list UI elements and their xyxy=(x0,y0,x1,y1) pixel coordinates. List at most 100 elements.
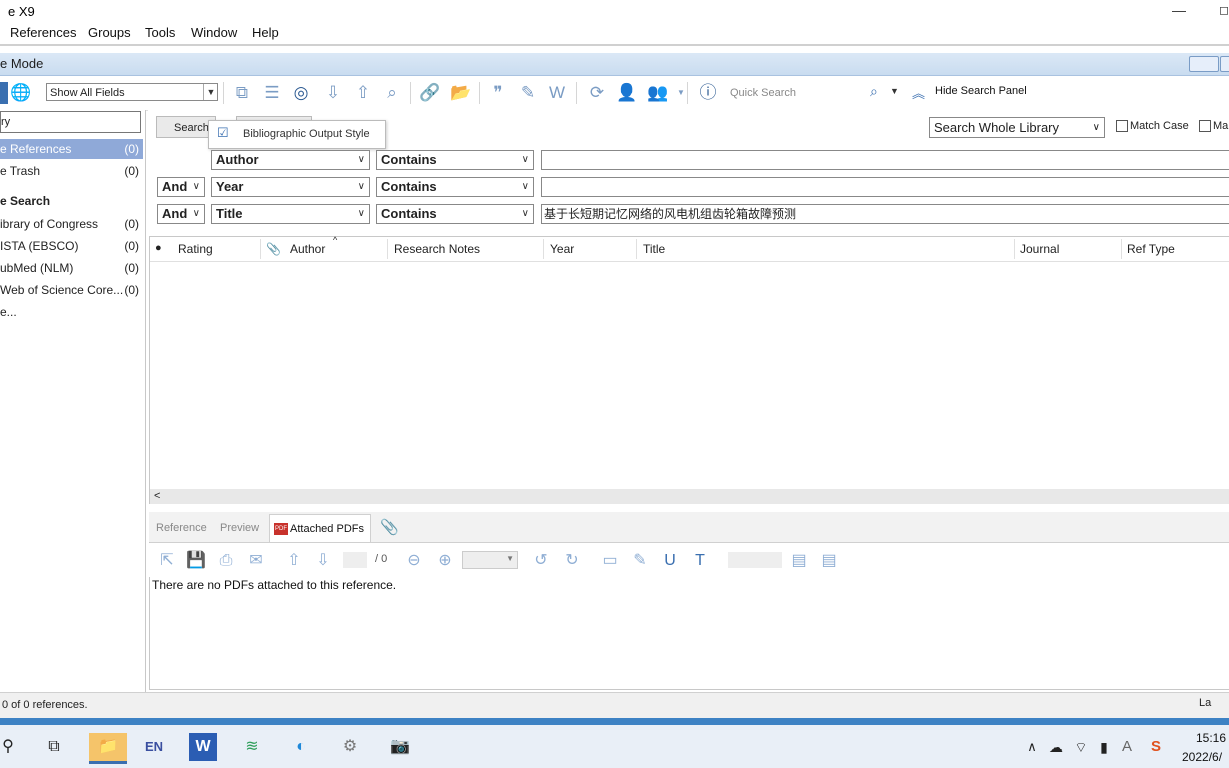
find-fulltext-icon[interactable]: ⌕ xyxy=(381,82,403,104)
page-number-input[interactable] xyxy=(343,552,367,568)
quick-search-input[interactable]: Quick Search xyxy=(730,85,870,101)
match-words-checkbox[interactable] xyxy=(1199,120,1211,132)
note-icon[interactable]: ▭ xyxy=(600,551,620,571)
search-value-input-3[interactable]: 基于长短期记忆网络的风电机组齿轮箱故障预测 xyxy=(541,204,1229,224)
column-ref-type[interactable]: Ref Type xyxy=(1127,242,1175,256)
read-status-icon[interactable]: ● xyxy=(155,242,162,254)
maximize-button[interactable]: ◻ xyxy=(1219,3,1229,17)
search-op-select-2[interactable]: Contains ∨ xyxy=(376,177,534,197)
import-icon[interactable]: ⇩ xyxy=(322,82,344,104)
horizontal-scrollbar[interactable]: < xyxy=(150,489,1229,504)
online-web-of-science[interactable]: Web of Science Core... (0) xyxy=(0,280,143,300)
underline-icon[interactable]: U xyxy=(660,551,680,571)
new-reference-icon[interactable]: ☰ xyxy=(261,82,283,104)
new-group-icon[interactable]: ⧉ xyxy=(231,82,253,104)
search-bool-select-2[interactable]: And ∨ xyxy=(157,177,205,197)
edge-icon[interactable]: ◐ xyxy=(287,733,315,761)
next-page-icon[interactable]: ⇩ xyxy=(313,551,333,571)
sogou-icon[interactable]: S xyxy=(1142,733,1170,761)
help-icon[interactable]: ⓘ xyxy=(697,82,719,104)
word-icon[interactable]: W xyxy=(546,82,568,104)
online-search-header[interactable]: e Search xyxy=(0,191,143,211)
clock-time[interactable]: 15:16 xyxy=(1196,731,1226,745)
column-research-notes[interactable]: Research Notes xyxy=(394,242,480,256)
online-library-of-congress[interactable]: ibrary of Congress (0) xyxy=(0,214,143,234)
export-icon[interactable]: ⇧ xyxy=(352,82,374,104)
endnote-icon[interactable]: EN xyxy=(140,733,168,761)
open-external-icon[interactable]: ⇱ xyxy=(157,551,177,571)
group-trash[interactable]: e Trash (0) xyxy=(0,161,143,181)
column-author[interactable]: Author xyxy=(290,242,325,256)
restore-pane-button[interactable] xyxy=(1189,56,1219,72)
tab-preview[interactable]: Preview xyxy=(220,522,259,534)
search-field-select-1[interactable]: Author ∨ xyxy=(211,150,370,170)
previous-page-icon[interactable]: ⇧ xyxy=(284,551,304,571)
online-pubmed[interactable]: ubMed (NLM) (0) xyxy=(0,258,143,278)
save-icon[interactable]: 💾 xyxy=(186,551,206,571)
share-icon[interactable]: 👤 xyxy=(616,82,638,104)
search-field-select-3[interactable]: Title ∨ xyxy=(211,204,370,224)
menu-tools[interactable]: Tools xyxy=(145,25,175,40)
rotate-right-icon[interactable]: ↻ xyxy=(562,551,582,571)
zoom-select[interactable]: ▼ xyxy=(462,551,518,569)
menu-groups[interactable]: Groups xyxy=(88,25,131,40)
search-op-select-3[interactable]: Contains ∨ xyxy=(376,204,534,224)
sync-icon[interactable]: ⟳ xyxy=(586,82,608,104)
search-value-input-2[interactable] xyxy=(541,177,1229,197)
menu-window[interactable]: Window xyxy=(191,25,237,40)
library-icon[interactable] xyxy=(0,82,8,104)
chevron-down-icon[interactable]: ▼ xyxy=(203,84,218,100)
paperclip-icon[interactable]: 📎 xyxy=(266,242,281,256)
online-lista-ebsco[interactable]: ISTA (EBSCO) (0) xyxy=(0,236,143,256)
hide-search-panel-button[interactable]: Hide Search Panel xyxy=(935,85,1027,97)
file-explorer-icon[interactable]: 📁 xyxy=(89,733,127,764)
rotate-left-icon[interactable]: ↺ xyxy=(531,551,551,571)
reference-list[interactable] xyxy=(149,236,1229,504)
cloud-icon[interactable]: ☁ xyxy=(1042,733,1070,761)
search-scope-select[interactable]: Search Whole Library ∨ xyxy=(929,117,1105,138)
app-icon[interactable]: ⚙ xyxy=(336,733,364,761)
match-case-checkbox[interactable] xyxy=(1116,120,1128,132)
search-field-select-2[interactable]: Year ∨ xyxy=(211,177,370,197)
menu-references[interactable]: References xyxy=(10,25,76,40)
paperclip-icon[interactable]: 📎 xyxy=(380,518,399,536)
column-journal[interactable]: Journal xyxy=(1020,242,1059,256)
online-search-icon[interactable]: ◎ xyxy=(290,82,312,104)
layout-button[interactable]: La xyxy=(1199,697,1211,709)
search-op-select-1[interactable]: Contains ∨ xyxy=(376,150,534,170)
task-view-icon[interactable]: ⧉ xyxy=(40,733,68,761)
search-bool-select-3[interactable]: And ∨ xyxy=(157,204,205,224)
group-all-references[interactable]: e References (0) xyxy=(0,139,143,159)
chevron-down-icon[interactable]: ▼ xyxy=(670,82,692,104)
clock-date[interactable]: 2022/6/ xyxy=(1182,750,1222,764)
open-file-icon[interactable]: 📂 xyxy=(450,82,472,104)
open-link-icon[interactable]: 🔗 xyxy=(419,82,441,104)
column-rating[interactable]: Rating xyxy=(178,242,213,256)
zoom-out-icon[interactable]: ⊖ xyxy=(404,551,424,571)
double-chevron-up-icon[interactable]: ︽ xyxy=(912,83,925,102)
tab-attached-pdfs[interactable]: PDF Attached PDFs xyxy=(269,514,371,542)
online-globe-icon[interactable]: 🌐 xyxy=(10,82,32,104)
column-title[interactable]: Title xyxy=(643,242,665,256)
word-icon[interactable]: W xyxy=(189,733,217,761)
column-year[interactable]: Year xyxy=(550,242,574,256)
search-button[interactable]: Search xyxy=(156,116,216,138)
camera-icon[interactable]: 📷 xyxy=(386,733,414,761)
tab-reference[interactable]: Reference xyxy=(156,522,207,534)
highlight-icon[interactable]: ✎ xyxy=(630,551,650,571)
chevron-down-icon[interactable]: ▼ xyxy=(890,86,899,96)
scroll-left-icon[interactable]: < xyxy=(154,490,160,502)
find-previous-icon[interactable]: ▤ xyxy=(789,551,809,571)
format-paper-icon[interactable]: ✎ xyxy=(517,82,539,104)
find-input[interactable] xyxy=(728,552,782,568)
app-icon[interactable]: ≋ xyxy=(238,733,266,761)
search-icon[interactable]: ⌕ xyxy=(870,83,878,100)
fields-select[interactable]: Show All Fields xyxy=(46,83,218,101)
find-next-icon[interactable]: ▤ xyxy=(819,551,839,571)
share-group-icon[interactable]: 👥 xyxy=(647,82,669,104)
email-icon[interactable]: ✉ xyxy=(246,551,266,571)
zoom-in-icon[interactable]: ⊕ xyxy=(435,551,455,571)
search-value-input-1[interactable] xyxy=(541,150,1229,170)
strikethrough-icon[interactable]: T xyxy=(690,551,710,571)
online-more[interactable]: e... xyxy=(0,302,143,322)
